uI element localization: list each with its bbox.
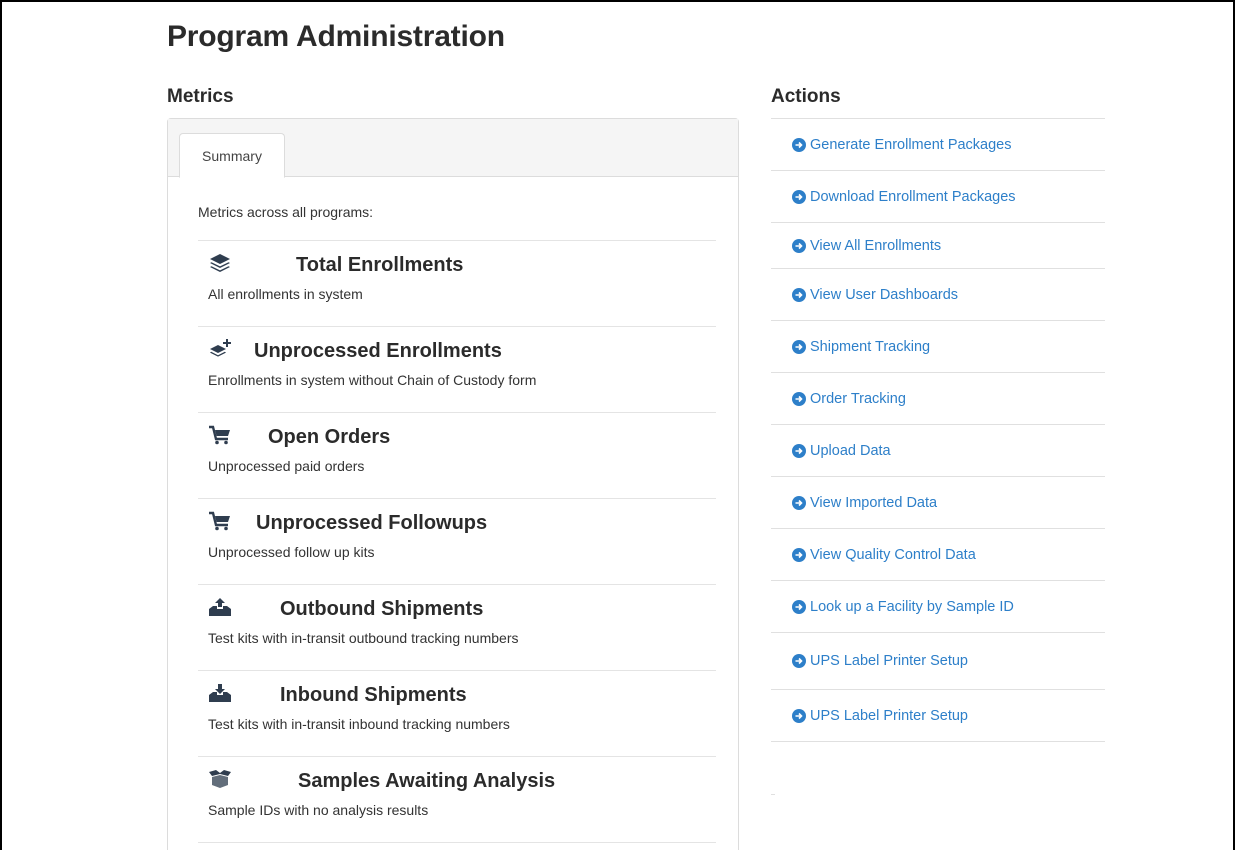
metric-description: All enrollments in system xyxy=(208,286,363,302)
circle-arrow-right-icon xyxy=(792,189,806,204)
action-view-all-enrollments[interactable]: View All Enrollments xyxy=(771,223,1105,269)
metric-unprocessed-enrollments: Unprocessed Enrollments Enrollments in s… xyxy=(198,327,716,413)
action-label: UPS Label Printer Setup xyxy=(810,707,968,724)
cart-icon xyxy=(208,511,232,531)
metrics-panel: Summary Metrics across all programs: Tot… xyxy=(167,118,739,850)
action-label: Look up a Facility by Sample ID xyxy=(810,598,1014,615)
metrics-body: Metrics across all programs: Total Enrol… xyxy=(168,177,738,843)
metric-outbound-shipments: Outbound Shipments Test kits with in-tra… xyxy=(198,585,716,671)
page-title: Program Administration xyxy=(167,20,505,53)
cart-icon xyxy=(208,425,232,445)
metric-unprocessed-followups: Unprocessed Followups Unprocessed follow… xyxy=(198,499,716,585)
action-label: Download Enrollment Packages xyxy=(810,188,1016,205)
circle-arrow-right-icon xyxy=(792,547,806,562)
action-label: Order Tracking xyxy=(810,390,906,407)
circle-arrow-right-icon xyxy=(792,391,806,406)
metric-title: Outbound Shipments xyxy=(280,598,484,620)
action-view-quality-control-data[interactable]: View Quality Control Data xyxy=(771,529,1105,581)
metric-description: Test kits with in-transit inbound tracki… xyxy=(208,716,510,732)
metric-description: Test kits with in-transit outbound track… xyxy=(208,630,519,646)
action-upload-data[interactable]: Upload Data xyxy=(771,425,1105,477)
circle-arrow-right-icon xyxy=(792,443,806,458)
metric-title: Unprocessed Followups xyxy=(256,512,488,534)
tab-summary[interactable]: Summary xyxy=(179,133,285,178)
circle-arrow-right-icon xyxy=(792,495,806,510)
layers-icon xyxy=(208,253,232,273)
circle-arrow-right-icon xyxy=(792,287,806,302)
action-label: View User Dashboards xyxy=(810,286,959,303)
action-label: Shipment Tracking xyxy=(810,338,931,355)
action-label: View Quality Control Data xyxy=(810,546,976,563)
action-ups-label-printer-setup-2[interactable]: UPS Label Printer Setup xyxy=(771,690,1105,742)
actions-heading: Actions xyxy=(771,86,841,107)
action-download-enrollment-packages[interactable]: Download Enrollment Packages xyxy=(771,171,1105,223)
action-label: Upload Data xyxy=(810,442,891,459)
circle-arrow-right-icon xyxy=(792,599,806,614)
action-order-tracking[interactable]: Order Tracking xyxy=(771,373,1105,425)
circle-arrow-right-icon xyxy=(792,339,806,354)
metrics-heading: Metrics xyxy=(167,86,234,107)
metric-description: Enrollments in system without Chain of C… xyxy=(208,372,537,388)
circle-arrow-right-icon xyxy=(792,137,806,152)
action-view-user-dashboards[interactable]: View User Dashboards xyxy=(771,269,1105,321)
action-label: View All Enrollments xyxy=(810,237,942,254)
action-label: Generate Enrollment Packages xyxy=(810,136,1012,153)
action-ups-label-printer-setup[interactable]: UPS Label Printer Setup xyxy=(771,633,1105,690)
circle-arrow-right-icon xyxy=(792,238,806,253)
metric-description: Sample IDs with no analysis results xyxy=(208,802,429,818)
action-generate-enrollment-packages[interactable]: Generate Enrollment Packages xyxy=(771,119,1105,171)
action-shipment-tracking[interactable]: Shipment Tracking xyxy=(771,321,1105,373)
layers-plus-icon xyxy=(208,339,232,359)
metric-title: Open Orders xyxy=(268,426,391,448)
open-box-icon xyxy=(208,769,232,789)
metric-title: Inbound Shipments xyxy=(280,684,467,706)
metric-title: Samples Awaiting Analysis xyxy=(298,770,556,792)
circle-arrow-right-icon xyxy=(792,708,806,723)
actions-list: Generate Enrollment Packages Download En… xyxy=(771,118,1105,742)
metric-title: Unprocessed Enrollments xyxy=(254,340,502,362)
metric-samples-awaiting-analysis: Samples Awaiting Analysis Sample IDs wit… xyxy=(198,757,716,843)
action-view-imported-data[interactable]: View Imported Data xyxy=(771,477,1105,529)
metrics-tab-bar: Summary xyxy=(168,119,738,178)
tray-upload-icon xyxy=(208,597,232,617)
action-look-up-facility[interactable]: Look up a Facility by Sample ID xyxy=(771,581,1105,633)
metric-description: Unprocessed follow up kits xyxy=(208,544,375,560)
metrics-intro: Metrics across all programs: xyxy=(198,177,716,241)
metric-inbound-shipments: Inbound Shipments Test kits with in-tran… xyxy=(198,671,716,757)
divider xyxy=(771,794,775,795)
metric-open-orders: Open Orders Unprocessed paid orders xyxy=(198,413,716,499)
action-label: View Imported Data xyxy=(810,494,938,511)
action-label: UPS Label Printer Setup xyxy=(810,653,968,669)
tray-download-icon xyxy=(208,683,232,703)
metric-total-enrollments: Total Enrollments All enrollments in sys… xyxy=(198,241,716,327)
metric-title: Total Enrollments xyxy=(296,254,464,276)
circle-arrow-right-icon xyxy=(792,654,806,668)
metric-description: Unprocessed paid orders xyxy=(208,458,365,474)
